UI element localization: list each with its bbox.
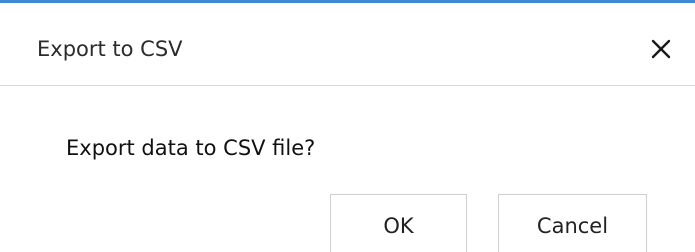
cancel-button[interactable]: Cancel <box>498 194 647 252</box>
dialog-header: Export to CSV <box>0 3 695 86</box>
ok-button[interactable]: OK <box>330 194 467 252</box>
export-csv-dialog: Export to CSV Export data to CSV file? O… <box>0 0 695 252</box>
close-button[interactable] <box>649 37 673 61</box>
dialog-message: Export data to CSV file? <box>66 136 316 160</box>
close-icon <box>651 39 671 59</box>
dialog-title: Export to CSV <box>37 37 183 61</box>
